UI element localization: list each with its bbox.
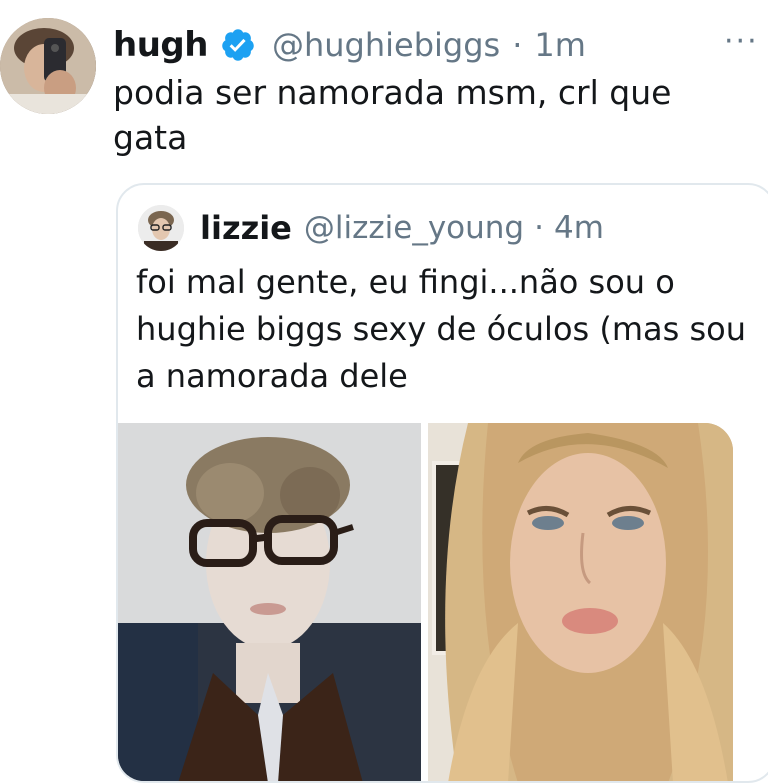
separator-dot: ·	[534, 210, 544, 246]
quoted-tweet-text: foi mal gente, eu fingi...não sou o hugh…	[136, 263, 746, 395]
quoted-author-name[interactable]: lizzie	[200, 209, 292, 247]
photo-man-glasses[interactable]	[118, 423, 421, 781]
tweet-header: hugh @hughiebiggs · 1m	[113, 22, 586, 68]
tweet-text: podia ser namorada msm, crl que gata	[113, 73, 672, 157]
quoted-tweet-timestamp[interactable]: 4m	[554, 210, 604, 246]
separator-dot: ·	[512, 26, 523, 64]
quoted-author-avatar[interactable]	[138, 205, 184, 251]
author-avatar[interactable]	[0, 18, 96, 114]
quoted-tweet-header: lizzie @lizzie_young · 4m	[200, 203, 604, 253]
verified-badge-icon	[220, 27, 256, 63]
author-name[interactable]: hugh	[113, 25, 208, 65]
tweet-timestamp[interactable]: 1m	[534, 26, 586, 64]
author-handle[interactable]: @hughiebiggs	[272, 26, 500, 64]
photo-blonde-woman[interactable]	[428, 423, 733, 781]
more-options-icon[interactable]: ···	[724, 24, 759, 59]
quoted-tweet-card[interactable]: lizzie @lizzie_young · 4m foi mal gente,…	[116, 183, 768, 783]
quoted-author-handle[interactable]: @lizzie_young	[304, 210, 524, 246]
